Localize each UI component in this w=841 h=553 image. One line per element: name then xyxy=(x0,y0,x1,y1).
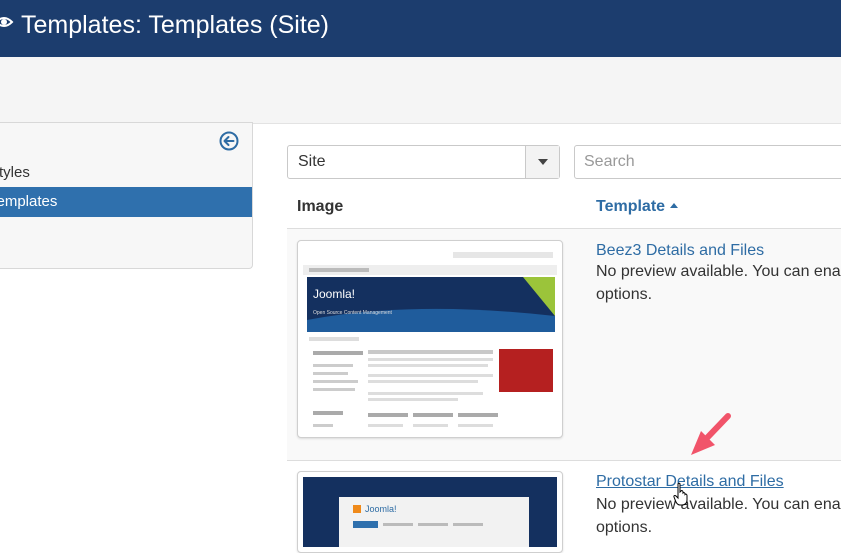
chevron-down-icon[interactable] xyxy=(525,146,559,178)
hand-cursor-icon xyxy=(673,482,688,506)
template-description: No preview available. You can enable xyxy=(596,496,841,513)
template-description-cont: options. xyxy=(596,286,653,303)
column-header-image: Image xyxy=(297,198,344,215)
thumbnail-tagline: Open Source Content Management xyxy=(313,310,393,316)
sidebar-item-templates[interactable]: Templates xyxy=(0,187,252,217)
template-thumbnail[interactable]: Joomla! xyxy=(297,471,563,553)
sidebar-item-styles[interactable]: Styles xyxy=(0,158,252,188)
template-description: No preview available. You can enable xyxy=(596,263,841,280)
eye-icon xyxy=(0,12,14,32)
arrow-left-circle-icon[interactable] xyxy=(219,131,239,151)
app-header: Templates: Templates (Site) xyxy=(0,0,841,57)
toolbar xyxy=(0,57,841,124)
location-select[interactable]: Site xyxy=(287,145,560,179)
column-header-template-label: Template xyxy=(596,198,666,215)
annotation-arrow-icon xyxy=(691,413,731,455)
template-description-cont: options. xyxy=(596,519,653,536)
template-thumbnail[interactable]: Joomla! Open Source Content Management xyxy=(297,240,563,438)
sort-ascending-icon xyxy=(670,203,679,208)
thumbnail-logo: Joomla! xyxy=(365,504,397,514)
location-select-value: Site xyxy=(298,153,326,170)
table-row: Joomla! Protostar Details and Files No p… xyxy=(287,460,841,553)
template-details-link[interactable]: Beez3 Details and Files xyxy=(596,241,764,261)
sidebar: Styles Templates xyxy=(0,122,253,269)
column-header-template[interactable]: Template xyxy=(596,197,679,217)
sidebar-item-label: Templates xyxy=(0,193,58,210)
search-input[interactable] xyxy=(574,145,841,179)
table-row: Joomla! Open Source Content Management B… xyxy=(287,228,841,460)
page-title: Templates: Templates (Site) xyxy=(21,11,329,39)
sidebar-item-label: Styles xyxy=(0,164,30,181)
thumbnail-logo: Joomla! xyxy=(313,287,355,301)
